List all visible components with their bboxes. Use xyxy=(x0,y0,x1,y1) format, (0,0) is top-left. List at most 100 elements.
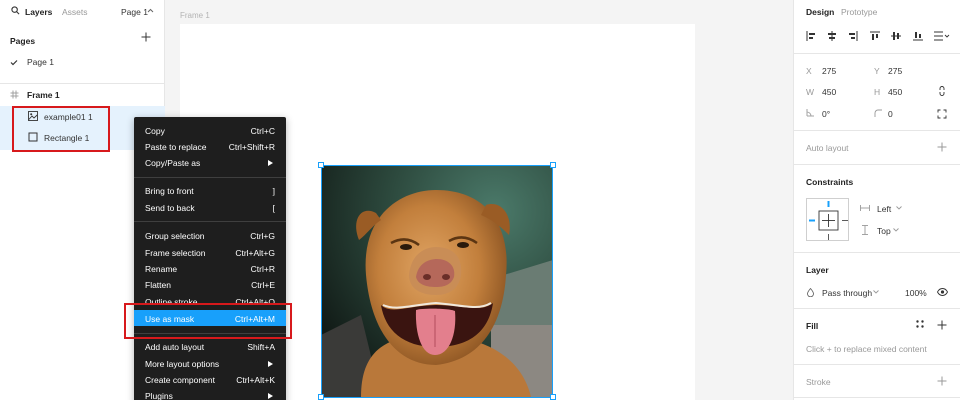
tab-design[interactable]: Design xyxy=(806,7,834,17)
auto-layout-title: Auto layout xyxy=(806,143,849,153)
menu-item-shortcut: Ctrl+R xyxy=(250,264,275,274)
menu-item-shortcut: [ xyxy=(272,203,275,213)
divider xyxy=(794,308,960,309)
menu-item-label: Bring to front xyxy=(145,186,194,196)
constraint-widget[interactable] xyxy=(806,198,849,241)
menu-item-label: Group selection xyxy=(145,231,205,241)
add-stroke-icon[interactable] xyxy=(937,376,947,386)
fill-styles-icon[interactable] xyxy=(916,320,924,328)
selection-outline xyxy=(321,165,553,398)
add-page-icon[interactable] xyxy=(141,32,151,42)
constrain-proportions-icon[interactable] xyxy=(938,86,946,96)
align-right-icon[interactable] xyxy=(848,31,858,41)
frame-title[interactable]: Frame 1 xyxy=(180,11,210,20)
blend-mode-icon xyxy=(807,288,814,297)
menu-item-copy[interactable]: Copy Ctrl+C xyxy=(134,122,286,138)
menu-item-label: Frame selection xyxy=(145,248,206,258)
menu-item-label: Copy xyxy=(145,126,165,136)
distribute-icon[interactable] xyxy=(934,31,950,41)
menu-item-shortcut: Ctrl+E xyxy=(251,280,275,290)
menu-item-copy-paste-as[interactable]: Copy/Paste as xyxy=(134,154,286,170)
x-label: X xyxy=(806,66,812,76)
blend-mode-select[interactable]: Pass through xyxy=(822,288,872,298)
page-selector[interactable]: Page 1 xyxy=(121,7,148,17)
resize-handle[interactable] xyxy=(318,162,324,168)
divider xyxy=(794,164,960,165)
eye-icon[interactable] xyxy=(937,288,948,296)
stroke-section-title: Stroke xyxy=(806,377,831,387)
divider xyxy=(794,130,960,131)
menu-item-frame-selection[interactable]: Frame selection Ctrl+Alt+G xyxy=(134,244,286,260)
vertical-constraint-select[interactable]: Top xyxy=(877,226,891,236)
layer-frame-label: Frame 1 xyxy=(27,90,60,100)
menu-item-shortcut: ] xyxy=(272,186,275,196)
opacity-input[interactable]: 100% xyxy=(905,288,927,298)
page-item[interactable]: Page 1 xyxy=(10,57,160,69)
add-fill-icon[interactable] xyxy=(937,320,947,330)
corner-radius-input[interactable]: 0 xyxy=(888,109,893,119)
align-top-icon[interactable] xyxy=(870,31,880,41)
menu-separator xyxy=(134,177,286,178)
menu-separator xyxy=(134,221,286,222)
fill-hint-text: Click + to replace mixed content xyxy=(806,344,927,354)
tab-layers[interactable]: Layers xyxy=(25,7,52,17)
add-auto-layout-icon[interactable] xyxy=(937,142,947,152)
menu-item-paste-to-replace[interactable]: Paste to replace Ctrl+Shift+R xyxy=(134,138,286,154)
menu-item-label: Paste to replace xyxy=(145,142,207,152)
divider xyxy=(794,252,960,253)
menu-item-label: Send to back xyxy=(145,203,195,213)
menu-item-label: Rename xyxy=(145,264,178,274)
y-input[interactable]: 275 xyxy=(888,66,902,76)
resize-handle[interactable] xyxy=(318,394,324,400)
menu-item-bring-to-front[interactable]: Bring to front ] xyxy=(134,182,286,198)
menu-item-more-layout-options[interactable]: More layout options xyxy=(134,355,286,371)
annotation-highlight-box xyxy=(124,303,292,339)
menu-item-label: Flatten xyxy=(145,280,171,290)
align-bottom-icon[interactable] xyxy=(913,31,923,41)
horizontal-constraint-select[interactable]: Left xyxy=(877,204,891,214)
tab-prototype[interactable]: Prototype xyxy=(841,7,877,17)
align-left-icon[interactable] xyxy=(806,31,816,41)
menu-item-shortcut: Shift+A xyxy=(247,342,275,352)
menu-item-plugins[interactable]: Plugins xyxy=(134,387,286,400)
layer-frame[interactable]: Frame 1 xyxy=(10,90,160,102)
menu-item-group-selection[interactable]: Group selection Ctrl+G xyxy=(134,227,286,243)
menu-item-label: Add auto layout xyxy=(145,342,205,352)
fill-section-title: Fill xyxy=(806,321,819,331)
height-input[interactable]: 450 xyxy=(888,87,902,97)
page-item-label: Page 1 xyxy=(27,57,54,67)
menu-item-send-to-back[interactable]: Send to back [ xyxy=(134,199,286,215)
menu-item-label: Copy/Paste as xyxy=(145,158,201,168)
menu-item-label: More layout options xyxy=(145,359,220,369)
divider xyxy=(794,53,960,54)
submenu-arrow-icon xyxy=(268,393,273,399)
tab-assets[interactable]: Assets xyxy=(62,7,88,17)
menu-item-shortcut: Ctrl+Alt+K xyxy=(236,375,275,385)
chevron-down-icon[interactable] xyxy=(893,228,899,232)
chevron-down-icon[interactable] xyxy=(896,206,902,210)
chevron-down-icon[interactable] xyxy=(873,290,879,294)
divider xyxy=(0,83,165,84)
vertical-constraint-icon xyxy=(862,225,868,235)
menu-item-shortcut: Ctrl+C xyxy=(250,126,275,136)
chevron-up-icon[interactable] xyxy=(147,8,154,13)
independent-corners-icon[interactable] xyxy=(937,109,947,119)
annotation-highlight-box xyxy=(12,106,110,152)
layer-section-title: Layer xyxy=(806,265,829,275)
menu-item-add-auto-layout[interactable]: Add auto layout Shift+A xyxy=(134,338,286,354)
x-input[interactable]: 275 xyxy=(822,66,836,76)
align-horizontal-center-icon[interactable] xyxy=(827,31,837,41)
design-panel: Design Prototype X 275 Y 275 W 450 H 450… xyxy=(793,0,960,400)
menu-item-flatten[interactable]: Flatten Ctrl+E xyxy=(134,276,286,292)
search-icon[interactable] xyxy=(11,6,20,15)
rotation-input[interactable]: 0° xyxy=(822,109,830,119)
resize-handle[interactable] xyxy=(550,162,556,168)
menu-item-rename[interactable]: Rename Ctrl+R xyxy=(134,260,286,276)
horizontal-constraint-icon xyxy=(860,205,870,211)
resize-handle[interactable] xyxy=(550,394,556,400)
submenu-arrow-icon xyxy=(268,160,273,166)
width-input[interactable]: 450 xyxy=(822,87,836,97)
menu-item-shortcut: Ctrl+Shift+R xyxy=(228,142,275,152)
align-vertical-center-icon[interactable] xyxy=(891,31,901,41)
menu-item-create-component[interactable]: Create component Ctrl+Alt+K xyxy=(134,371,286,387)
